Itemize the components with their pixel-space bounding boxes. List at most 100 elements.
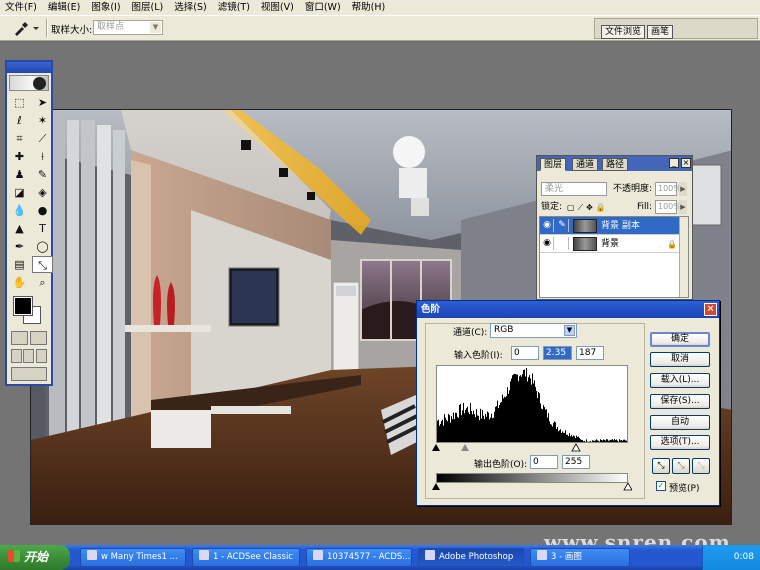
taskbar-item-5[interactable]: 3 - 画图 — [530, 548, 630, 567]
quick-mask-icon[interactable] — [30, 331, 47, 345]
input-white-slider[interactable] — [571, 443, 581, 452]
taskbar-item-4[interactable]: Adobe Photoshop — [418, 548, 524, 567]
blur-icon[interactable]: 💧 — [9, 202, 30, 219]
blend-mode-select[interactable]: 柔光 — [541, 182, 607, 196]
slice-icon[interactable]: ⟋ — [32, 130, 53, 147]
input-gamma-field[interactable]: 2.35 — [543, 346, 572, 360]
input-white-field[interactable]: 187 — [576, 346, 604, 360]
minimize-icon[interactable]: _ — [669, 158, 679, 168]
clock: 0:08 — [733, 552, 754, 562]
menu-file[interactable]: 文件(F) — [0, 0, 43, 15]
type-icon[interactable]: T — [32, 220, 53, 237]
task-label: Adobe Photoshop — [439, 552, 514, 562]
fill-arrow-icon[interactable]: ▶ — [679, 200, 687, 214]
hand-icon[interactable]: ✋ — [9, 274, 30, 291]
layers-panel-tabs: 图层 通道 路径 _ × — [537, 156, 692, 171]
fill-input[interactable]: 100% — [655, 200, 681, 214]
menu-help[interactable]: 帮助(H) — [347, 0, 392, 15]
lasso-icon[interactable]: ℓ — [9, 112, 30, 129]
magic-wand-icon[interactable]: ✶ — [32, 112, 53, 129]
move-icon[interactable]: ➤ — [32, 94, 53, 111]
standard-mode-icon[interactable] — [11, 331, 28, 345]
tab-paths[interactable]: 路径 — [602, 158, 629, 171]
menu-filter[interactable]: 滤镜(T) — [213, 0, 256, 15]
paint-bucket-icon[interactable]: ◈ — [32, 184, 53, 201]
app-icon — [199, 550, 209, 560]
screen-mode-full-icon[interactable] — [36, 349, 48, 363]
path-select-icon[interactable]: ▲ — [9, 220, 30, 237]
save-button[interactable]: 保存(S)... — [650, 394, 710, 409]
input-black-slider[interactable] — [432, 444, 440, 451]
auto-button[interactable]: 自动 — [650, 415, 710, 430]
eye-icon[interactable]: ◉ — [541, 237, 554, 250]
shape-icon[interactable]: ◯ — [32, 238, 53, 255]
tab-brushes[interactable]: 画笔 — [647, 25, 674, 39]
close-icon[interactable]: × — [704, 303, 717, 316]
layer-row-background[interactable]: ◉ 背景 🔒 — [540, 235, 680, 253]
output-black-field[interactable]: 0 — [530, 455, 558, 469]
load-button[interactable]: 载入(L)... — [650, 373, 710, 388]
start-label: 开始 — [24, 550, 49, 564]
black-eyedropper-icon[interactable]: ⤡ — [652, 458, 670, 474]
eye-icon[interactable]: ◉ — [541, 219, 554, 232]
eyedropper-icon[interactable] — [12, 20, 42, 36]
history-brush-icon[interactable]: ✎ — [32, 166, 53, 183]
menu-window[interactable]: 窗口(W) — [300, 0, 347, 15]
input-black-field[interactable]: 0 — [511, 346, 539, 360]
layer-row-background-copy[interactable]: ◉ ✎ 背景 副本 — [540, 217, 680, 235]
photoshop-logo-icon[interactable] — [9, 75, 49, 91]
zoom-icon[interactable]: ⌕ — [32, 274, 53, 291]
dodge-icon[interactable]: ● — [32, 202, 53, 219]
menu-view[interactable]: 视图(V) — [256, 0, 300, 15]
close-icon[interactable]: × — [681, 158, 691, 168]
lock-icons[interactable]: ▢⟋✥🔒 — [567, 200, 609, 215]
taskbar-item-3[interactable]: 10374577 - ACDS... — [306, 548, 412, 567]
screen-mode-standard-icon[interactable] — [10, 349, 22, 363]
screen-mode-full-menu-icon[interactable] — [23, 349, 35, 363]
input-gamma-slider[interactable] — [461, 444, 469, 451]
preview-checkbox[interactable]: ✓ — [656, 481, 666, 491]
mask-mode-row — [7, 331, 51, 345]
healing-brush-icon[interactable]: ✚ — [9, 148, 30, 165]
tab-layers[interactable]: 图层 — [540, 158, 567, 171]
output-white-field[interactable]: 255 — [562, 455, 590, 469]
toolbox-titlebar[interactable] — [7, 62, 51, 73]
cancel-button[interactable]: 取消 — [650, 352, 710, 367]
opacity-input[interactable]: 100% — [655, 182, 681, 196]
levels-dialog-titlebar[interactable]: 色阶 × — [417, 301, 719, 318]
white-eyedropper-icon[interactable]: ⤡ — [692, 458, 710, 474]
foreground-color-swatch[interactable] — [13, 296, 33, 316]
output-black-slider[interactable] — [432, 483, 440, 490]
taskbar-item-2[interactable]: 1 - ACDSee Classic — [192, 548, 300, 567]
menu-edit[interactable]: 编辑(E) — [43, 0, 86, 15]
tab-file-browser[interactable]: 文件浏览 — [601, 25, 646, 39]
toolbox: ⬚ ➤ ℓ ✶ ⌗ ⟋ ✚ ⟊ ♟ ✎ ◪ ◈ 💧 ● ▲ T ✒ ◯ ▤ ⤡ … — [5, 60, 53, 386]
taskbar-item-1[interactable]: w Many Times1 ... — [80, 548, 186, 567]
sample-size-select[interactable]: 取样点 ▼ — [93, 20, 163, 35]
menu-layer[interactable]: 图层(L) — [127, 0, 170, 15]
start-button[interactable]: 开始 — [0, 545, 70, 570]
notes-icon[interactable]: ▤ — [9, 256, 30, 273]
layer-list-scrollbar[interactable] — [679, 217, 688, 297]
channel-select[interactable]: RGB ▼ — [490, 323, 577, 338]
ok-button[interactable]: 确定 — [650, 332, 710, 347]
opacity-arrow-icon[interactable]: ▶ — [679, 182, 687, 196]
options-button[interactable]: 选项(T)... — [650, 435, 710, 450]
rect-marquee-icon[interactable]: ⬚ — [9, 94, 30, 111]
tab-channels[interactable]: 通道 — [572, 158, 599, 171]
crop-icon[interactable]: ⌗ — [9, 130, 30, 147]
eyedropper-icon[interactable]: ⤡ — [32, 256, 53, 273]
brush-icon[interactable]: ⟊ — [32, 148, 53, 165]
menu-select[interactable]: 选择(S) — [169, 0, 212, 15]
histogram-graph — [437, 368, 627, 442]
brush-link-icon[interactable] — [556, 237, 569, 250]
layer-thumbnail — [573, 237, 597, 251]
gray-eyedropper-icon[interactable]: ⤡ — [672, 458, 690, 474]
brush-link-icon[interactable]: ✎ — [556, 219, 569, 232]
pen-icon[interactable]: ✒ — [9, 238, 30, 255]
stamp-icon[interactable]: ♟ — [9, 166, 30, 183]
output-white-slider[interactable] — [623, 482, 632, 491]
eraser-icon[interactable]: ◪ — [9, 184, 30, 201]
menu-image[interactable]: 图象(I) — [86, 0, 126, 15]
jump-to-imageready-icon[interactable] — [11, 367, 47, 381]
